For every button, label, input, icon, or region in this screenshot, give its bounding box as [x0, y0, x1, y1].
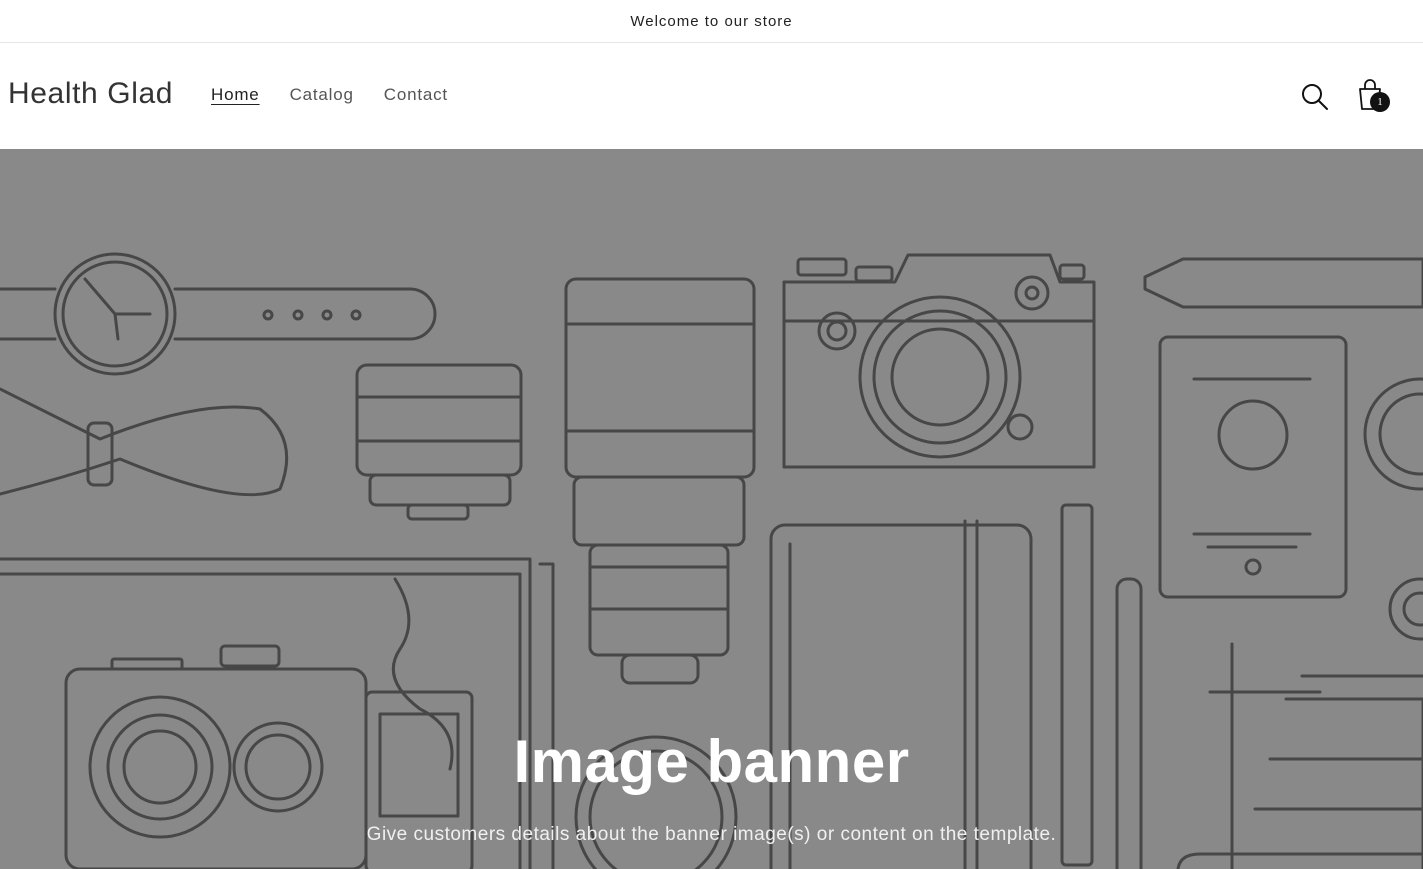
- cart-count-badge: 1: [1370, 92, 1390, 112]
- banner-subtitle: Give customers details about the banner …: [366, 824, 1057, 845]
- store-logo[interactable]: Health Glad: [8, 77, 173, 111]
- nav-item-home[interactable]: Home: [211, 85, 260, 105]
- nav-item-contact[interactable]: Contact: [384, 85, 448, 105]
- announcement-text: Welcome to our store: [630, 12, 793, 30]
- banner-title: Image banner: [513, 728, 910, 795]
- search-button[interactable]: [1299, 81, 1331, 113]
- announcement-bar: Welcome to our store: [0, 0, 1423, 43]
- nav-item-catalog[interactable]: Catalog: [290, 85, 354, 105]
- cart-button[interactable]: 1: [1354, 75, 1394, 115]
- main-nav: Home Catalog Contact: [211, 85, 448, 105]
- search-icon: [1302, 84, 1328, 110]
- site-header: Health Glad Home Catalog Contact 1: [0, 43, 1423, 149]
- image-banner: Image banner Give customers details abou…: [0, 149, 1423, 869]
